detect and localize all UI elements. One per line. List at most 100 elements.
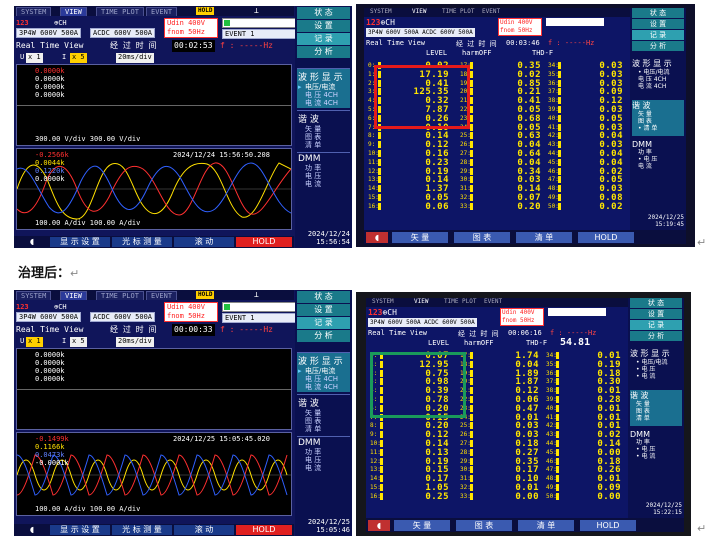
record-button[interactable]: 记 录 [630,320,682,330]
menu-waveform[interactable]: 波 形 显 示 • 电压/电流 • 电 压 • 电 流 [630,348,682,388]
display-setting-button[interactable]: 显 示 设 置 [50,237,110,247]
menu-item[interactable]: 电 压 4CH [632,76,684,83]
menu-dmm[interactable]: DMM 功 率 电 压 电 流 [297,152,350,192]
menu-item[interactable]: 清 单 [630,415,682,422]
menu-harmonic[interactable]: 谐 波 矢 量 图 表 • 清 单 [632,100,684,136]
menu-item[interactable]: 电 压 4CH [297,375,350,383]
menu-item[interactable]: • 电 流 [630,453,682,460]
chart-button[interactable]: 图 表 [456,520,512,531]
status-button[interactable]: 状 态 [297,7,350,19]
list-button[interactable]: 清 单 [516,232,572,243]
cursor-measure-button[interactable]: 光 标 测 量 [112,525,172,535]
back-icon[interactable]: ◖ [368,520,390,531]
menu-item[interactable]: 功 率 [630,439,682,446]
menu-dmm[interactable]: DMM 功 率 • 电 压 • 电 流 [630,430,682,470]
menu-item[interactable]: 清 单 [297,425,350,433]
menu-item[interactable]: 功 率 [297,164,350,172]
menu-waveform[interactable]: 波 形 显 示 电压/电流 电 压 4CH 电 流 4CH [297,352,350,392]
back-icon[interactable]: ◖ [366,232,388,243]
menu-item[interactable]: • 电压/电流 [632,69,684,76]
menu-item[interactable]: 矢 量 [297,409,350,417]
menu-waveform[interactable]: 波 形 显 示 电压/电流 电 压 4CH 电 流 4CH [297,68,350,108]
menu-item[interactable]: • 电压/电流 [630,359,682,366]
time-div[interactable]: 20ms/div [116,53,154,63]
record-button[interactable]: 记 录 [632,30,684,40]
tab-view[interactable]: VIEW [60,291,87,300]
record-button[interactable]: 记 录 [297,33,350,45]
time-div[interactable]: 20ms/div [116,337,154,347]
status-button[interactable]: 状 态 [630,298,682,308]
menu-item[interactable]: 图 表 [297,417,350,425]
i-scale[interactable]: x 5 [70,53,87,63]
menu-waveform[interactable]: 波 形 显 示 • 电压/电流 电 压 4CH 电 流 4CH [632,58,684,98]
menu-item[interactable]: 电 压 [297,456,350,464]
tab-time-plot[interactable]: TIME PLOT [96,7,144,16]
analysis-button[interactable]: 分 析 [297,330,350,342]
menu-dmm[interactable]: DMM 功 率 电 压 电 流 [297,436,350,476]
menu-item[interactable]: 矢 量 [297,125,350,133]
tab-event[interactable]: EVENT [484,298,502,305]
menu-item[interactable]: 电 流 [297,180,350,188]
analysis-button[interactable]: 分 析 [632,41,684,51]
i-scale[interactable]: x 5 [70,337,87,347]
tab-event[interactable]: EVENT [146,291,178,300]
tab-time-plot[interactable]: TIME PLOT [444,298,477,305]
back-icon[interactable]: ◖ [16,525,48,535]
menu-item[interactable]: • 电 流 [630,373,682,380]
menu-item[interactable]: 图 表 [630,408,682,415]
vector-button[interactable]: 矢 量 [392,232,448,243]
status-button[interactable]: 状 态 [632,8,684,18]
menu-item[interactable]: 电压/电流 [297,367,350,375]
display-setting-button[interactable]: 显 示 设 置 [50,525,110,535]
vector-button[interactable]: 矢 量 [394,520,450,531]
setup-button[interactable]: 设 置 [630,309,682,319]
menu-item[interactable]: 电 流 [297,464,350,472]
menu-item[interactable]: 电 压 [297,172,350,180]
menu-item[interactable]: 电 压 4CH [297,91,350,99]
scroll-button[interactable]: 滚 动 [174,525,234,535]
menu-harmonic[interactable]: 谐 波 矢 量 图 表 清 单 [297,110,350,150]
hold-button[interactable]: HOLD [580,520,636,531]
menu-item[interactable]: • 电 压 [630,366,682,373]
tab-event[interactable]: EVENT [482,8,500,15]
menu-item[interactable]: 电 流 4CH [297,99,350,107]
u-scale[interactable]: x 1 [26,337,43,347]
menu-item[interactable]: 图 表 [297,133,350,141]
analysis-button[interactable]: 分 析 [297,46,350,58]
menu-item[interactable]: 电 流 4CH [297,383,350,391]
hold-button[interactable]: HOLD [236,237,292,247]
cursor-measure-button[interactable]: 光 标 测 量 [112,237,172,247]
hold-button[interactable]: HOLD [578,232,634,243]
menu-item[interactable]: 电 流 4CH [632,83,684,90]
list-button[interactable]: 清 单 [518,520,574,531]
tab-system[interactable]: SYSTEM [16,291,52,300]
menu-dmm[interactable]: DMM 功 率 • 电 压 电 流 [632,140,684,180]
menu-item[interactable]: • 清 单 [632,125,684,132]
tab-time-plot[interactable]: TIME PLOT [442,8,475,15]
tab-event[interactable]: EVENT [146,7,178,16]
setup-button[interactable]: 设 置 [297,304,350,316]
hold-button[interactable]: HOLD [236,525,292,535]
menu-item[interactable]: 电 流 [632,163,684,170]
tab-view[interactable]: VIEW [60,7,87,16]
menu-harmonic[interactable]: 谐 波 矢 量 图 表 清 单 [630,390,682,426]
menu-item[interactable]: 矢 量 [632,111,684,118]
chart-button[interactable]: 图 表 [454,232,510,243]
tab-system[interactable]: SYSTEM [16,7,52,16]
menu-item[interactable]: 功 率 [632,149,684,156]
menu-item[interactable]: 电压/电流 [297,83,350,91]
menu-item[interactable]: • 电 压 [630,446,682,453]
scroll-button[interactable]: 滚 动 [174,237,234,247]
menu-item[interactable]: • 电 压 [632,156,684,163]
menu-item[interactable]: 矢 量 [630,401,682,408]
menu-harmonic[interactable]: 谐 波 矢 量 图 表 清 单 [297,394,350,434]
menu-item[interactable]: 图 表 [632,118,684,125]
setup-button[interactable]: 设 置 [632,19,684,29]
tab-view[interactable]: VIEW [414,298,428,305]
back-icon[interactable]: ◖ [16,237,48,247]
status-button[interactable]: 状 态 [297,291,350,303]
tab-view[interactable]: VIEW [412,8,426,15]
setup-button[interactable]: 设 置 [297,20,350,32]
tab-system[interactable]: SYSTEM [370,8,392,15]
menu-item[interactable]: 功 率 [297,448,350,456]
